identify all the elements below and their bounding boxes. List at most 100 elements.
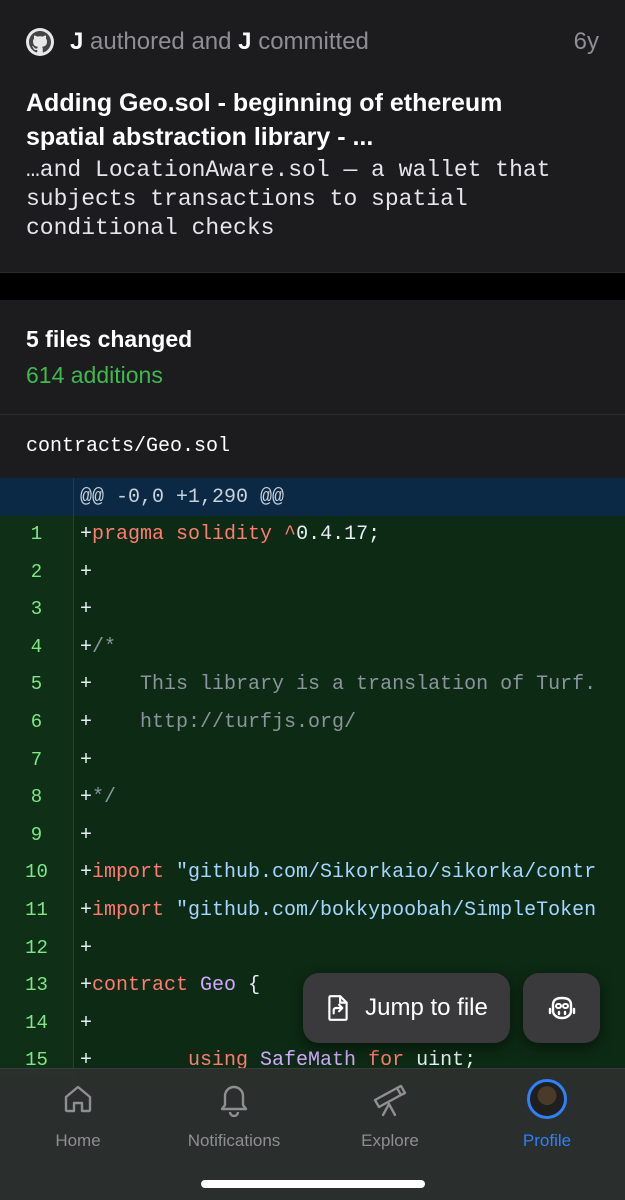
line-number: 8: [0, 779, 74, 817]
authored-text: authored and: [90, 28, 232, 55]
additions-count: 614 additions: [26, 362, 163, 388]
hunk-gutter: [0, 478, 74, 516]
commit-age: 6y: [573, 28, 599, 55]
committer-name[interactable]: J: [238, 28, 251, 55]
diff-line[interactable]: 6 + http://turfjs.org/: [0, 703, 625, 742]
author-row: J authored and J committed 6y: [26, 26, 599, 58]
code-text: +import "github.com/bokkypoobah/SimpleTo…: [80, 892, 596, 930]
code-token: {: [236, 974, 261, 998]
diff-line[interactable]: 5 + This library is a translation of Turf…: [0, 666, 625, 704]
diff-line[interactable]: 2 +: [0, 553, 625, 592]
code-token: +: [80, 786, 93, 810]
committed-text: committed: [258, 28, 369, 55]
code-token: "github.com/Sikorkaio/sikorka/contr: [176, 861, 597, 885]
code-text: +: [80, 591, 92, 629]
hunk-text: @@ -0,0 +1,290 @@: [80, 486, 285, 509]
code-token: */: [92, 786, 117, 810]
code-token: +: [80, 598, 93, 622]
code-token: import: [92, 861, 177, 885]
code-token: +: [80, 936, 93, 960]
code-text: +import "github.com/Sikorkaio/sikorka/co…: [80, 854, 596, 892]
line-number: 10: [0, 854, 74, 892]
code-token: +: [80, 635, 93, 659]
diff-line[interactable]: 8 +*/: [0, 779, 625, 817]
jump-to-file-label: Jump to file: [365, 994, 488, 1021]
tab-home[interactable]: Home: [0, 1079, 156, 1159]
file-jump-icon: [328, 995, 348, 1021]
bell-icon: [220, 1085, 248, 1117]
jump-to-file-button[interactable]: Jump to file: [303, 973, 510, 1043]
code-text: +: [80, 554, 92, 592]
avatar: [527, 1079, 567, 1119]
file-name: contracts/Geo.sol: [26, 435, 231, 458]
code-token: +: [80, 523, 93, 546]
tab-notifications-label: Notifications: [187, 1131, 281, 1150]
summary-card: [0, 300, 625, 414]
line-number: 7: [0, 741, 74, 780]
code-token: contract: [92, 974, 201, 998]
code-token: 0.4.17;: [296, 523, 381, 546]
author-name[interactable]: J: [70, 28, 83, 55]
line-number: 1: [0, 516, 74, 554]
code-text: +: [80, 1005, 92, 1043]
line-number: 2: [0, 553, 74, 592]
code-token: "github.com/bokkypoobah/SimpleToken: [176, 898, 597, 922]
tab-notifications[interactable]: Notifications: [156, 1079, 312, 1159]
diff-line[interactable]: 4 +/*: [0, 628, 625, 667]
code-text: +/*: [80, 629, 116, 667]
hunk-header: @@ -0,0 +1,290 @@: [0, 478, 625, 516]
diff-line[interactable]: 10 +import "github.com/Sikorkaio/sikorka/…: [0, 854, 625, 892]
code-text: + http://turfjs.org/: [80, 704, 356, 742]
line-number: 5: [0, 666, 74, 704]
telescope-icon: [373, 1084, 407, 1117]
code-token: +: [80, 710, 93, 734]
code-text: +: [80, 742, 92, 780]
line-number: 14: [0, 1004, 74, 1043]
code-token: pragma solidity ^: [92, 523, 297, 546]
code-token: +: [80, 1011, 93, 1035]
home-icon: [64, 1085, 92, 1113]
code-token: +: [80, 823, 93, 847]
file-header[interactable]: contracts/Geo.sol: [0, 414, 625, 478]
author-line: J authored and J committed: [70, 28, 369, 56]
tab-explore[interactable]: Explore: [312, 1079, 468, 1159]
code-text: +: [80, 817, 92, 855]
diff-line[interactable]: 11 +import "github.com/bokkypoobah/Simple…: [0, 891, 625, 930]
diff-line[interactable]: 7 +: [0, 741, 625, 780]
tab-profile-label: Profile: [522, 1131, 572, 1150]
line-number: 6: [0, 703, 74, 742]
home-indicator: [201, 1180, 425, 1188]
line-number: 12: [0, 929, 74, 968]
code-token: +: [80, 748, 93, 772]
commit-title: Adding Geo.sol - beginning of ethereum s…: [26, 89, 503, 151]
tab-explore-label: Explore: [361, 1131, 419, 1150]
code-text: +pragma solidity ^0.4.17;: [80, 516, 380, 554]
code-token: This library is a translation of Turf.: [92, 673, 597, 697]
code-token: import: [92, 898, 177, 922]
code-text: +: [80, 930, 92, 968]
copilot-button[interactable]: [523, 973, 600, 1043]
line-number: 3: [0, 591, 74, 629]
github-avatar-icon: [26, 28, 54, 56]
code-token: Geo: [200, 974, 237, 998]
files-changed-count: 5 files changed: [26, 326, 193, 352]
line-number: 11: [0, 891, 74, 930]
tab-home-label: Home: [55, 1131, 101, 1150]
diff-line[interactable]: 12 +: [0, 929, 625, 968]
line-number: 9: [0, 816, 74, 855]
commit-body: …and LocationAware.sol — a wallet that s…: [26, 157, 565, 241]
code-text: + This library is a translation of Turf.: [80, 666, 596, 704]
code-token: +: [80, 898, 93, 922]
code-token: +: [80, 673, 93, 697]
commit-card: J authored and J committed 6y Adding Geo…: [0, 0, 625, 273]
code-token: +: [80, 560, 93, 584]
code-token: +: [80, 974, 93, 998]
diff-line[interactable]: 9 +: [0, 816, 625, 855]
copilot-icon: [548, 996, 575, 1020]
line-number: 4: [0, 628, 74, 667]
diff-line[interactable]: 3 +: [0, 591, 625, 629]
tab-profile[interactable]: Profile: [469, 1079, 625, 1159]
diff-line[interactable]: 1 +pragma solidity ^0.4.17;: [0, 516, 625, 554]
code-token: +: [80, 861, 93, 885]
line-number: 13: [0, 967, 74, 1005]
